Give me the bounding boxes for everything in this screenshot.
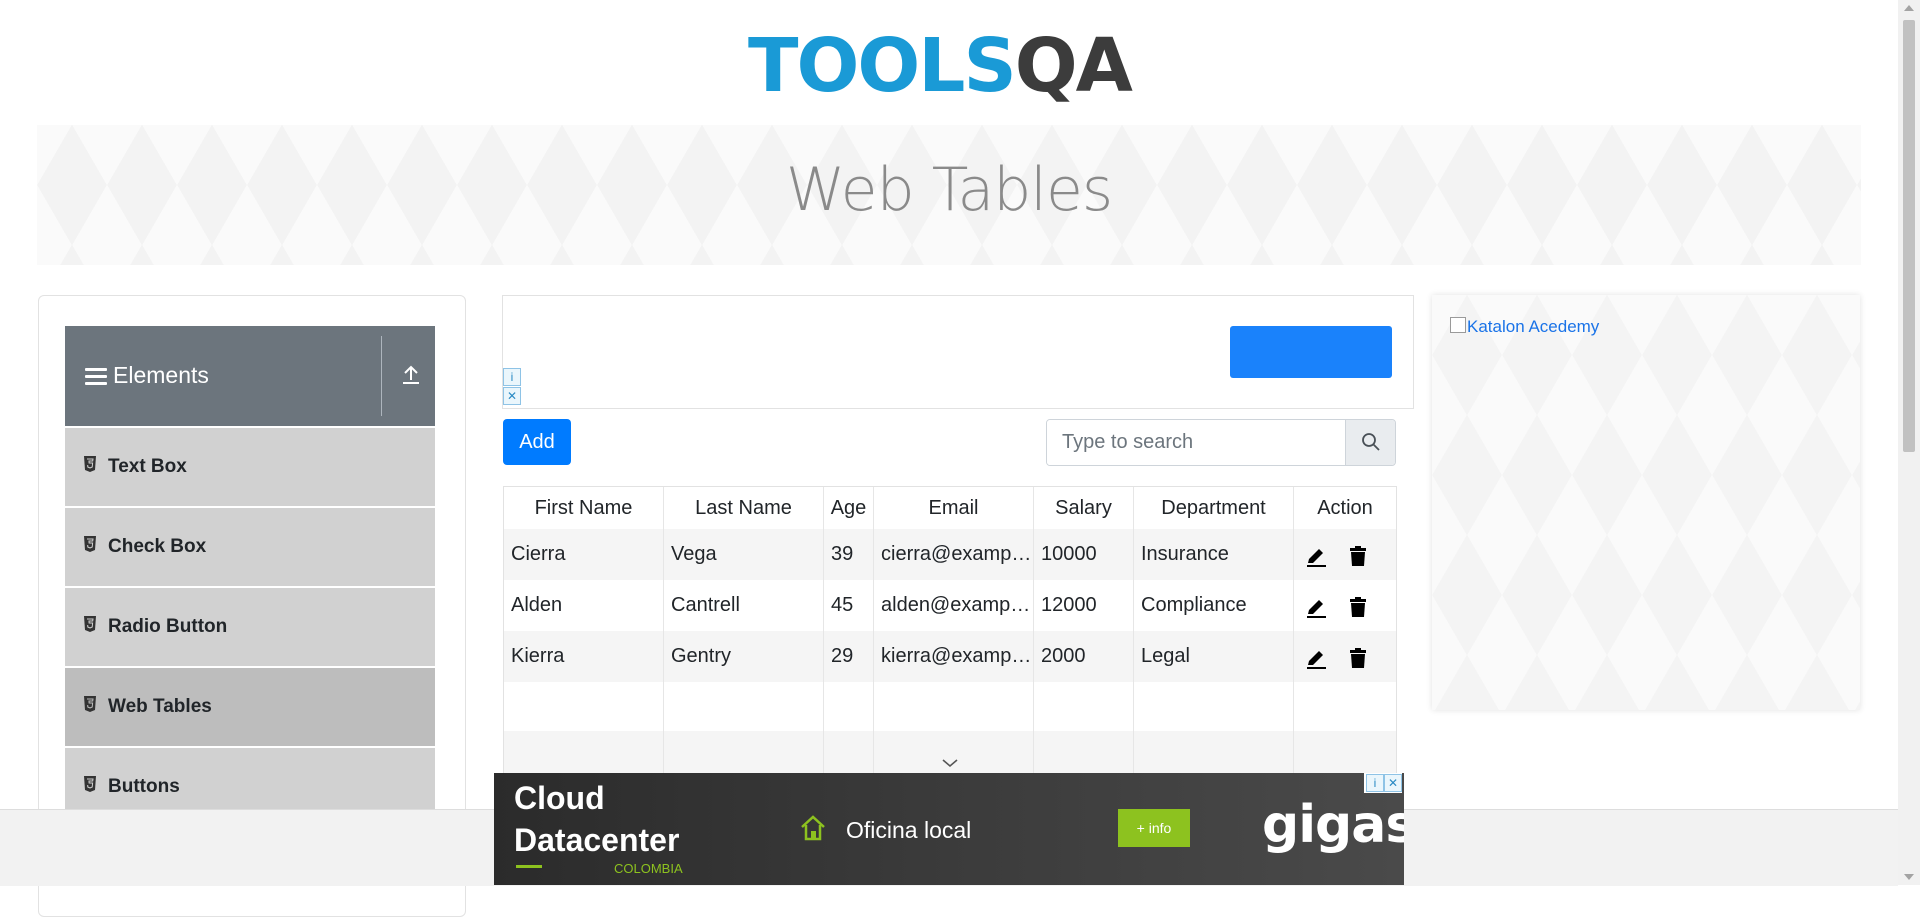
katalon-academy-ad-link[interactable]: Katalon Acedemy: [1450, 317, 1599, 337]
table-header-row: First Name Last Name Age Email Salary De…: [504, 487, 1396, 529]
column-header-email[interactable]: Email: [874, 487, 1034, 529]
cell-department: Insurance: [1134, 529, 1294, 580]
html5-icon: [84, 776, 96, 792]
ad-close-icon[interactable]: ✕: [1384, 774, 1402, 792]
search-button[interactable]: [1345, 420, 1395, 465]
cell-salary: 10000: [1034, 529, 1134, 580]
ad-alt-text: Katalon Acedemy: [1467, 317, 1600, 336]
edit-pencil-icon[interactable]: [1304, 544, 1328, 568]
menu-icon: [85, 364, 107, 389]
ad-controls: i ✕: [1364, 773, 1402, 793]
sidebar-item-radio-button[interactable]: Radio Button: [65, 588, 435, 668]
cell-age: 45: [824, 580, 874, 631]
page-banner: Web Tables: [37, 125, 1861, 265]
ad-headline-line2: Datacenter: [514, 822, 680, 858]
add-record-button[interactable]: Add: [503, 419, 571, 465]
empty-table-row: [504, 682, 1396, 732]
cell-email: kierra@example.com: [874, 631, 1034, 682]
ad-brand-logo: gigas: [1262, 795, 1404, 855]
ad-accent-bar: [516, 865, 542, 868]
sidebar-item-text-box[interactable]: Text Box: [65, 428, 435, 508]
sidebar-item-label: Check Box: [108, 536, 207, 557]
column-header-last-name[interactable]: Last Name: [664, 487, 824, 529]
ad-country: COLOMBIA: [614, 861, 683, 876]
sidebar-item-check-box[interactable]: Check Box: [65, 508, 435, 588]
web-table: First Name Last Name Age Email Salary De…: [503, 486, 1397, 778]
cell-email: alden@example.com: [874, 580, 1034, 631]
cell-action: [1294, 529, 1396, 580]
sidebar-group-elements[interactable]: Elements: [65, 326, 435, 426]
home-icon: [801, 815, 825, 841]
column-header-salary[interactable]: Salary: [1034, 487, 1134, 529]
ad-info-icon[interactable]: i: [503, 368, 521, 386]
delete-trash-icon[interactable]: [1346, 544, 1370, 568]
ad-info-button[interactable]: + info: [1118, 809, 1190, 847]
html5-icon: [84, 616, 96, 632]
html5-icon: [84, 456, 96, 472]
sidebar-group-title: Elements: [85, 362, 209, 389]
top-ad-banner: i ✕: [502, 295, 1414, 409]
broken-image-icon: [1450, 317, 1466, 333]
table-row: Kierra Gentry 29 kierra@example.com 2000…: [504, 631, 1396, 683]
right-ad-panel: Katalon Acedemy: [1432, 295, 1860, 710]
sidebar-item-label: Buttons: [108, 776, 180, 797]
cell-email: cierra@example.com: [874, 529, 1034, 580]
edit-pencil-icon[interactable]: [1304, 595, 1328, 619]
cell-department: Compliance: [1134, 580, 1294, 631]
cell-action: [1294, 631, 1396, 682]
ad-office-text: Oficina local: [846, 817, 972, 843]
page-title: Web Tables: [785, 155, 1113, 225]
scroll-up-arrow-icon[interactable]: [1904, 5, 1914, 11]
cell-first-name: Cierra: [504, 529, 664, 580]
bottom-ad-banner[interactable]: Cloud Datacenter COLOMBIA Oficina local …: [494, 773, 1404, 885]
collapse-arrow-up-icon[interactable]: [399, 363, 423, 387]
cell-last-name: Cantrell: [664, 580, 824, 631]
cell-action: [1294, 580, 1396, 631]
vertical-scrollbar[interactable]: [1898, 0, 1920, 885]
toolsqa-logo[interactable]: TOOLSQA: [748, 18, 1154, 114]
cell-salary: 12000: [1034, 580, 1134, 631]
sidebar-group-label: Elements: [113, 362, 209, 388]
cell-last-name: Vega: [664, 529, 824, 580]
ad-headline: Cloud Datacenter: [514, 777, 679, 861]
cell-age: 39: [824, 529, 874, 580]
empty-table-row: [504, 731, 1396, 777]
ad-cta-button[interactable]: [1230, 326, 1392, 378]
cell-salary: 2000: [1034, 631, 1134, 682]
delete-trash-icon[interactable]: [1346, 595, 1370, 619]
search-box: [1046, 419, 1396, 466]
table-row: Alden Cantrell 45 alden@example.com 1200…: [504, 580, 1396, 632]
cell-department: Legal: [1134, 631, 1294, 682]
html5-icon: [84, 536, 96, 552]
cell-first-name: Alden: [504, 580, 664, 631]
search-input[interactable]: [1047, 420, 1343, 465]
search-icon: [1362, 433, 1380, 451]
scrollbar-thumb[interactable]: [1903, 20, 1915, 452]
logo-qa-text: QA: [1014, 23, 1133, 109]
logo-tools-text: TOOLS: [748, 23, 1017, 109]
column-header-age[interactable]: Age: [824, 487, 874, 529]
cell-age: 29: [824, 631, 874, 682]
sidebar-item-label: Text Box: [108, 456, 187, 477]
delete-trash-icon[interactable]: [1346, 646, 1370, 670]
html5-icon: [84, 696, 96, 712]
table-row: Cierra Vega 39 cierra@example.com 10000 …: [504, 529, 1396, 581]
chevron-down-icon[interactable]: [941, 757, 959, 769]
ad-close-icon[interactable]: ✕: [503, 387, 521, 405]
column-header-first-name[interactable]: First Name: [504, 487, 664, 529]
cell-first-name: Kierra: [504, 631, 664, 682]
sidebar-item-label: Radio Button: [108, 616, 228, 637]
scroll-down-arrow-icon[interactable]: [1904, 874, 1914, 880]
sidebar-item-label: Web Tables: [108, 696, 212, 717]
edit-pencil-icon[interactable]: [1304, 646, 1328, 670]
divider: [381, 336, 382, 416]
column-header-department[interactable]: Department: [1134, 487, 1294, 529]
ad-headline-line1: Cloud: [514, 780, 605, 816]
column-header-action: Action: [1317, 497, 1373, 519]
sidebar-item-web-tables[interactable]: Web Tables: [65, 668, 435, 748]
ad-info-icon[interactable]: i: [1366, 774, 1384, 792]
cell-last-name: Gentry: [664, 631, 824, 682]
